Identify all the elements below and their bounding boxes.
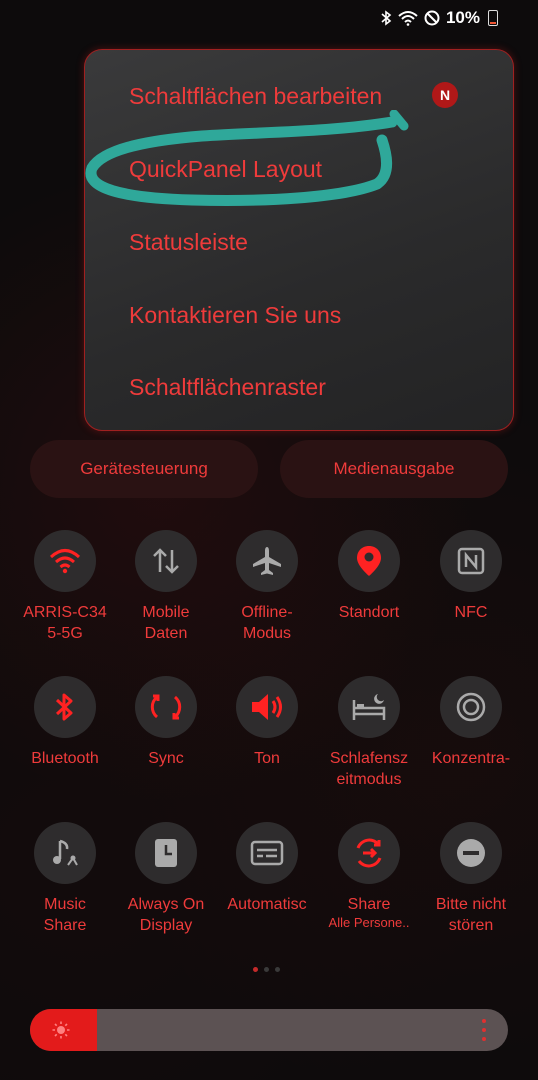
sync-icon <box>135 676 197 738</box>
tile-sublabel: Alle Persone.. <box>328 915 410 930</box>
tile-label: Share <box>347 896 391 913</box>
media-output-button[interactable]: Medienausgabe <box>280 440 508 498</box>
music-share-icon <box>34 822 96 884</box>
tile-quick-share[interactable]: Share Alle Persone.. <box>319 822 419 931</box>
tile-wifi[interactable]: ARRIS-C34 5-5G <box>15 530 115 644</box>
tile-mobile-data[interactable]: Mobile Daten <box>116 530 216 644</box>
tile-label: Mobile Daten <box>142 604 190 642</box>
menu-item-status-bar[interactable]: Statusleiste <box>129 229 248 256</box>
tile-label: ARRIS-C34 5-5G <box>23 604 107 642</box>
airplane-icon <box>236 530 298 592</box>
tile-sync[interactable]: Sync <box>116 676 216 769</box>
tile-sound[interactable]: Ton <box>217 676 317 769</box>
tile-label: Bitte nicht stören <box>435 896 507 934</box>
tile-music-share[interactable]: Music Share <box>15 822 115 936</box>
wifi-icon <box>34 530 96 592</box>
tile-label: Bluetooth <box>31 750 99 767</box>
tile-airplane[interactable]: Offline- Modus <box>217 530 317 644</box>
tile-label: NFC <box>454 604 488 621</box>
nfc-icon <box>440 530 502 592</box>
tile-nfc[interactable]: NFC <box>421 530 521 623</box>
tile-label: Automatisc <box>227 896 307 913</box>
wifi-status-icon <box>398 10 418 26</box>
tile-label: Always On Display <box>127 896 205 934</box>
page-indicator <box>253 967 280 972</box>
tile-auto-captions[interactable]: Automatisc <box>217 822 317 915</box>
battery-percent: 10% <box>445 8 480 27</box>
tile-label: Schlafensz eitmodus <box>329 750 409 788</box>
tile-label: Sync <box>148 750 184 767</box>
tile-bluetooth[interactable]: Bluetooth <box>15 676 115 769</box>
tile-label: Konzentra- <box>431 750 511 767</box>
tile-do-not-disturb[interactable]: Bitte nicht stören <box>421 822 521 936</box>
mobile-data-icon <box>135 530 197 592</box>
tile-always-on-display[interactable]: Always On Display <box>116 822 216 936</box>
blocked-icon <box>424 10 440 26</box>
tile-location[interactable]: Standort <box>319 530 419 623</box>
popup-menu: Schaltflächen bearbeiten N QuickPanel La… <box>84 49 514 431</box>
status-bar: 10% <box>0 0 538 36</box>
sleep-bed-icon <box>338 676 400 738</box>
bluetooth-status-icon <box>380 10 392 26</box>
tile-label: Standort <box>338 604 400 621</box>
quick-share-icon <box>338 822 400 884</box>
page-dot[interactable] <box>275 967 280 972</box>
menu-item-button-grid[interactable]: Schaltflächenraster <box>129 374 326 401</box>
page-dot[interactable] <box>264 967 269 972</box>
brightness-slider[interactable] <box>30 1009 508 1051</box>
bluetooth-icon <box>34 676 96 738</box>
notification-badge: N <box>432 82 458 108</box>
do-not-disturb-icon <box>440 822 502 884</box>
device-control-button[interactable]: Gerätesteuerung <box>30 440 258 498</box>
battery-icon <box>488 10 498 26</box>
tile-label: Offline- Modus <box>241 604 293 642</box>
location-pin-icon <box>338 530 400 592</box>
menu-item-contact-us[interactable]: Kontaktieren Sie uns <box>129 302 341 329</box>
menu-item-edit-buttons[interactable]: Schaltflächen bearbeiten <box>129 83 382 110</box>
menu-item-quickpanel-layout[interactable]: QuickPanel Layout <box>129 156 322 183</box>
caption-icon <box>236 822 298 884</box>
tile-label: Ton <box>254 750 280 767</box>
clock-icon <box>135 822 197 884</box>
tile-label: Music Share <box>43 896 87 934</box>
focus-icon <box>440 676 502 738</box>
page-dot-active[interactable] <box>253 967 258 972</box>
tile-focus[interactable]: Konzentra- <box>421 676 521 769</box>
more-options-icon[interactable] <box>482 1019 486 1041</box>
speaker-icon <box>236 676 298 738</box>
brightness-sun-icon <box>52 1021 70 1039</box>
tile-sleep-mode[interactable]: Schlafensz eitmodus <box>319 676 419 790</box>
